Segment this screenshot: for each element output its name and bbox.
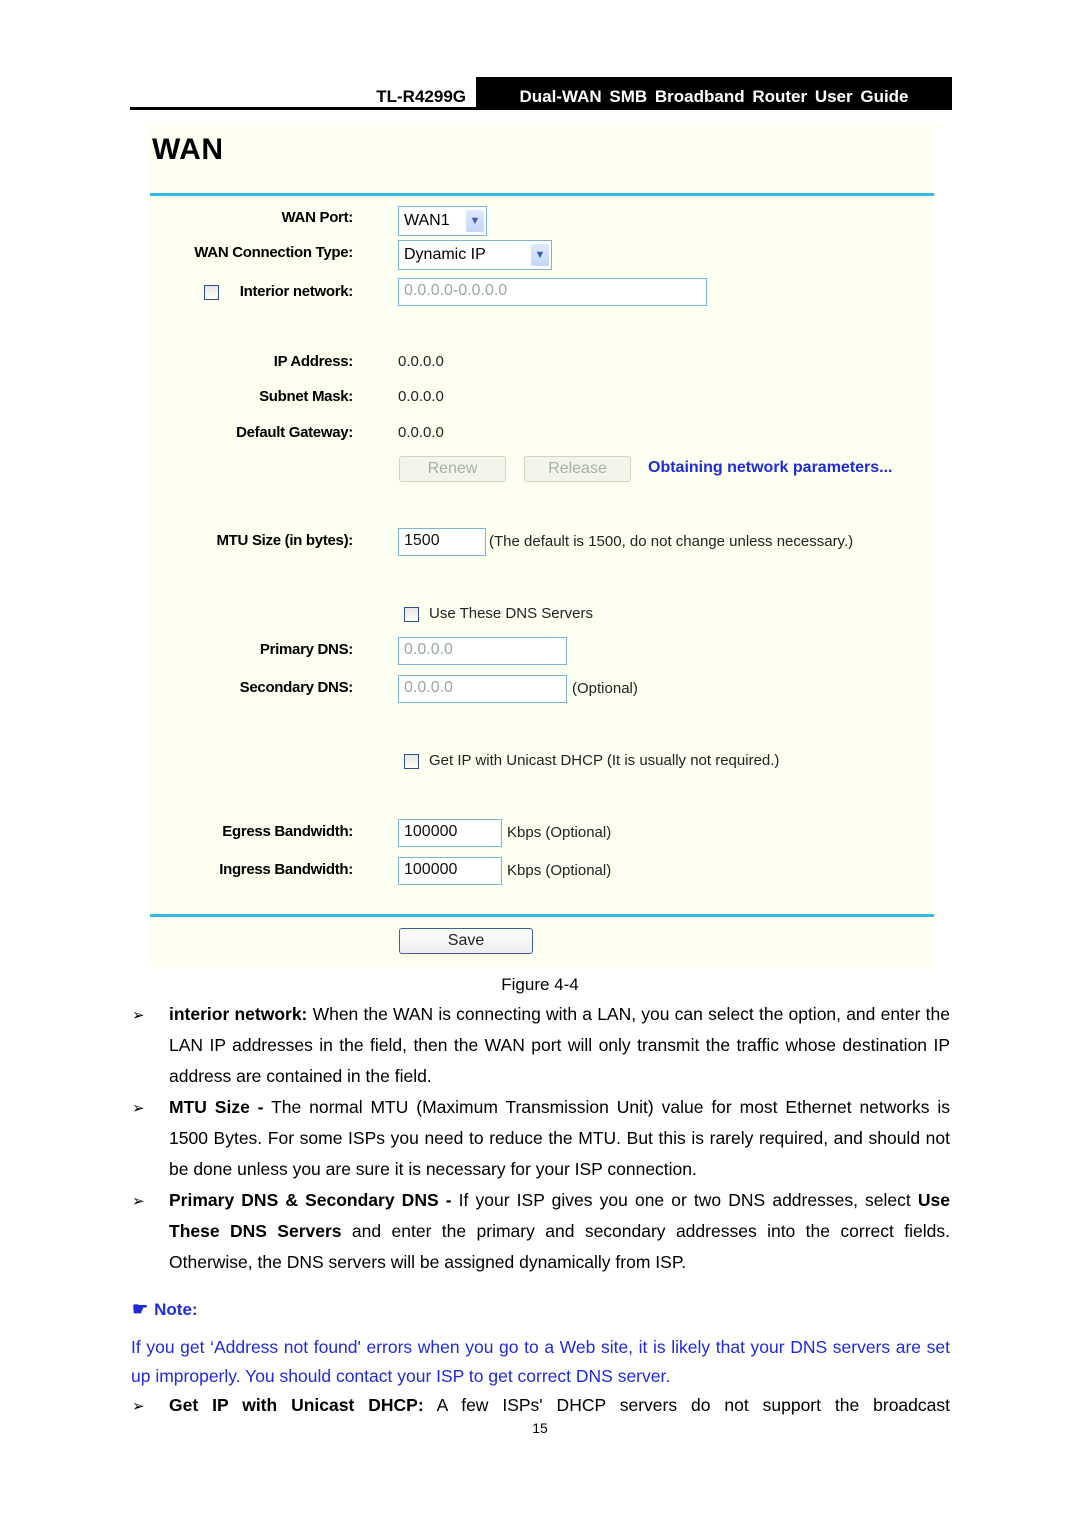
secondary-dns-hint: (Optional): [572, 680, 638, 697]
wan-port-label: WAN Port:: [281, 209, 354, 226]
mtu-hint: (The default is 1500, do not change unle…: [489, 533, 854, 550]
status-message: Obtaining network parameters...: [648, 459, 893, 476]
subnet-mask-label: Subnet Mask:: [259, 388, 353, 405]
bullet-interior-network: interior network: When the WAN is connec…: [169, 999, 950, 1092]
figure-caption: Figure 4-4: [501, 975, 579, 994]
interior-network-input[interactable]: 0.0.0.0-0.0.0.0: [398, 278, 707, 306]
panel-title: WAN: [152, 133, 224, 166]
bullet-arrow-icon: ➢: [132, 1193, 145, 1210]
page-number: 15: [532, 1420, 548, 1436]
ip-address-label: IP Address:: [273, 353, 354, 370]
default-gateway-value: 0.0.0.0: [398, 424, 444, 441]
secondary-dns-input[interactable]: 0.0.0.0: [398, 675, 567, 703]
chevron-down-icon[interactable]: ▼: [531, 244, 549, 266]
egress-input[interactable]: 100000: [398, 819, 502, 847]
bullet-text: The normal MTU (Maximum Transmission Uni…: [169, 1097, 950, 1179]
header-rule: [130, 107, 952, 110]
bullet-text: If your ISP gives you one or two DNS add…: [451, 1190, 918, 1210]
wan-port-value: WAN1: [404, 212, 450, 229]
primary-dns-label: Primary DNS:: [259, 641, 353, 658]
bullet-dns: Primary DNS & Secondary DNS - If your IS…: [169, 1185, 950, 1278]
ingress-label: Ingress Bandwidth:: [219, 861, 353, 878]
bullet-term: Get IP with Unicast DHCP:: [169, 1395, 424, 1415]
mtu-input[interactable]: 1500: [398, 528, 486, 556]
use-dns-label: Use These DNS Servers: [429, 605, 593, 622]
subnet-mask-value: 0.0.0.0: [398, 388, 444, 405]
bullet-arrow-icon: ➢: [132, 1007, 145, 1024]
wan-port-select[interactable]: WAN1 ▼: [398, 206, 487, 236]
mtu-label: MTU Size (in bytes):: [216, 532, 353, 549]
connection-type-value: Dynamic IP: [404, 246, 486, 263]
interior-network-label: Interior network:: [239, 283, 354, 300]
top-divider: [150, 193, 934, 196]
primary-dns-input[interactable]: 0.0.0.0: [398, 637, 567, 665]
note-text: If you get ‘Address not found' errors wh…: [131, 1337, 950, 1386]
note-heading: ☛ Note:: [132, 1299, 198, 1320]
ip-address-value: 0.0.0.0: [398, 353, 444, 370]
bullet-mtu-size: MTU Size - The normal MTU (Maximum Trans…: [169, 1092, 950, 1185]
bullet-term: MTU Size -: [169, 1097, 264, 1117]
page-header: TL-R4299G Dual-WAN SMB Broadband Router …: [130, 77, 952, 110]
note-heading-text: Note:: [154, 1300, 198, 1319]
header-model: TL-R4299G: [376, 87, 466, 106]
use-dns-checkbox[interactable]: [404, 607, 419, 622]
default-gateway-label: Default Gateway:: [236, 424, 353, 441]
bullet-arrow-icon: ➢: [132, 1398, 145, 1415]
ingress-input[interactable]: 100000: [398, 857, 502, 885]
unicast-dhcp-checkbox[interactable]: [404, 754, 419, 769]
bullet-term: interior network:: [169, 1004, 308, 1024]
chevron-down-icon[interactable]: ▼: [466, 210, 484, 232]
pointing-hand-icon: ☛: [132, 1299, 149, 1319]
egress-hint: Kbps (Optional): [507, 824, 612, 841]
secondary-dns-label: Secondary DNS:: [239, 679, 354, 696]
connection-type-label: WAN Connection Type:: [194, 244, 353, 261]
release-button[interactable]: Release: [524, 456, 631, 482]
renew-button[interactable]: Renew: [399, 456, 506, 482]
bullet-text: A few ISPs' DHCP servers do not support …: [423, 1395, 950, 1415]
unicast-dhcp-label: Get IP with Unicast DHCP (It is usually …: [429, 752, 780, 769]
interior-network-checkbox[interactable]: [204, 285, 219, 300]
bullet-arrow-icon: ➢: [132, 1100, 145, 1117]
wan-settings-panel: WAN WAN Port: WAN1 ▼ WAN Connection Type…: [147, 125, 935, 967]
bottom-divider: [150, 914, 934, 917]
connection-type-select[interactable]: Dynamic IP ▼: [398, 240, 552, 270]
header-title: Dual-WAN SMB Broadband Router User Guide: [476, 77, 952, 107]
bullet-unicast-dhcp: Get IP with Unicast DHCP: A few ISPs' DH…: [169, 1390, 950, 1421]
egress-label: Egress Bandwidth:: [222, 823, 353, 840]
save-button[interactable]: Save: [399, 928, 533, 954]
bullet-term: Primary DNS & Secondary DNS -: [169, 1190, 452, 1210]
ingress-hint: Kbps (Optional): [507, 862, 612, 879]
